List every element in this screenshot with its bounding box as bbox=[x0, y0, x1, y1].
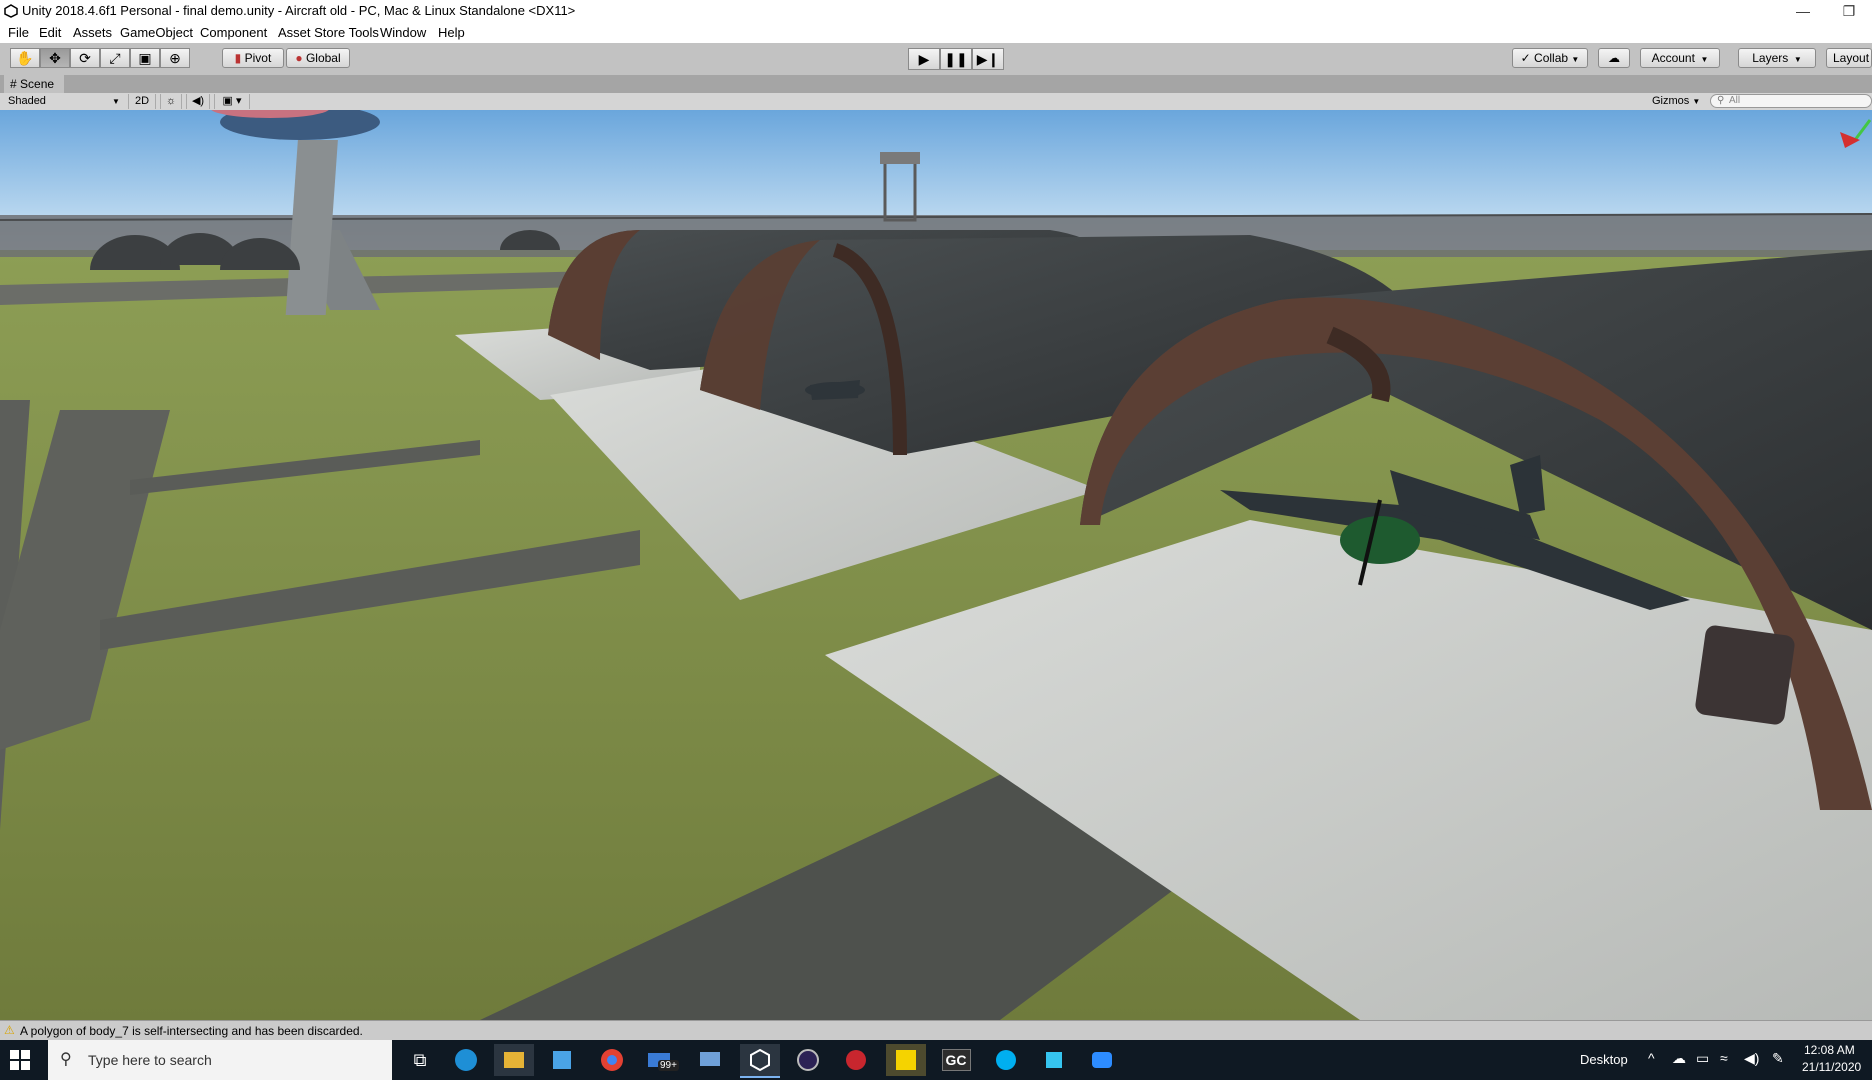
play-button[interactable]: ▶ bbox=[908, 48, 940, 70]
menu-asset-store-tools[interactable]: Asset Store Tools bbox=[278, 25, 379, 40]
volume-icon[interactable]: ◀) bbox=[1744, 1050, 1759, 1067]
pivot-toggle[interactable]: ▮ Pivot bbox=[222, 48, 284, 68]
gizmos-dropdown[interactable]: Gizmos ▼ bbox=[1652, 94, 1702, 109]
check-icon: ✓ bbox=[1520, 51, 1531, 65]
lighting-toggle-icon[interactable]: ☼ bbox=[160, 94, 182, 109]
mail-badge: 99+ bbox=[658, 1060, 679, 1071]
audio-toggle-icon[interactable]: ◀) bbox=[186, 94, 210, 109]
chevron-down-icon: ▼ bbox=[1571, 55, 1580, 64]
warning-icon: ⚠ bbox=[4, 1023, 15, 1037]
task-view-icon[interactable]: ⧉ bbox=[400, 1044, 440, 1076]
rotate-tool-icon[interactable]: ⟳ bbox=[70, 48, 100, 68]
window-title: Unity 2018.4.6f1 Personal - final demo.u… bbox=[22, 3, 576, 18]
taskbar-search-placeholder: Type here to search bbox=[88, 1052, 212, 1068]
step-button[interactable]: ▶❙ bbox=[972, 48, 1004, 70]
zoom-icon[interactable] bbox=[1082, 1044, 1122, 1076]
shading-dropdown[interactable]: Shaded ▼ bbox=[8, 94, 120, 109]
collab-dropdown[interactable]: ✓ Collab ▼ bbox=[1512, 48, 1588, 68]
scene-tab-bar: # Scene bbox=[0, 75, 1872, 93]
chevron-down-icon: ▼ bbox=[112, 97, 120, 106]
taskbar-search-box[interactable]: ⚲ Type here to search bbox=[48, 1040, 392, 1080]
menu-assets[interactable]: Assets bbox=[73, 25, 112, 40]
slack-icon[interactable] bbox=[1034, 1044, 1074, 1076]
menu-help[interactable]: Help bbox=[438, 25, 465, 40]
globe-icon: ● bbox=[295, 51, 303, 65]
pen-icon[interactable]: ✎ bbox=[1772, 1050, 1784, 1067]
menu-gameobject[interactable]: GameObject bbox=[120, 25, 193, 40]
2d-toggle[interactable]: 2D bbox=[128, 94, 156, 109]
console-status-bar[interactable]: ⚠ A polygon of body_7 is self-intersecti… bbox=[0, 1020, 1872, 1041]
wifi-icon[interactable]: ≈ bbox=[1720, 1050, 1728, 1066]
network-app-icon[interactable] bbox=[690, 1044, 730, 1076]
shading-label: Shaded bbox=[8, 95, 46, 107]
account-label: Account bbox=[1651, 51, 1695, 65]
menu-file[interactable]: File bbox=[8, 25, 29, 40]
gizmos-label: Gizmos bbox=[1652, 95, 1690, 107]
gc-app-icon[interactable]: GC bbox=[936, 1044, 976, 1076]
unity-logo-icon bbox=[4, 4, 18, 18]
maximize-button[interactable]: ❐ bbox=[1826, 0, 1872, 22]
sticky-notes-icon[interactable] bbox=[886, 1044, 926, 1076]
cloud-button[interactable]: ☁ bbox=[1598, 48, 1630, 68]
windows-taskbar: ⚲ Type here to search ⧉ 99+ GC Desktop ^… bbox=[0, 1040, 1872, 1080]
scale-tool-icon[interactable]: ⤢ bbox=[100, 48, 130, 68]
battery-icon[interactable]: ▭ bbox=[1696, 1050, 1709, 1067]
scene-options-bar: Shaded ▼ 2D ☼ ◀) ▣ ▾ Gizmos ▼ ⚲ All bbox=[0, 93, 1872, 111]
menu-edit[interactable]: Edit bbox=[39, 25, 61, 40]
move-tool-icon[interactable]: ✥ bbox=[40, 48, 70, 68]
global-label: Global bbox=[305, 51, 341, 65]
onedrive-icon[interactable]: ☁ bbox=[1672, 1050, 1686, 1067]
global-toggle[interactable]: ● Global bbox=[286, 48, 350, 68]
menu-bar: File Edit Assets GameObject Component As… bbox=[0, 22, 1872, 44]
layers-label: Layers bbox=[1752, 51, 1789, 65]
chevron-down-icon: ▼ bbox=[1791, 55, 1802, 64]
collab-label: Collab bbox=[1534, 51, 1569, 65]
chevron-down-icon: ▼ bbox=[1698, 55, 1709, 64]
chevron-down-icon: ▼ bbox=[1692, 97, 1701, 106]
pause-button[interactable]: ❚❚ bbox=[940, 48, 972, 70]
windows-start-icon[interactable] bbox=[10, 1050, 30, 1070]
clock-time[interactable]: 12:08 AM bbox=[1804, 1043, 1855, 1057]
edge-icon[interactable] bbox=[446, 1044, 486, 1076]
cloud-icon: ☁ bbox=[1608, 51, 1620, 65]
pivot-icon: ▮ bbox=[234, 51, 242, 65]
status-message: A polygon of body_7 is self-intersecting… bbox=[20, 1024, 363, 1038]
main-toolbar: ✋ ✥ ⟳ ⤢ ▣ ⊕ ▮ Pivot ● Global ▶ ❚❚ ▶❙ ✓ C… bbox=[0, 43, 1872, 76]
scene-viewport[interactable] bbox=[0, 110, 1872, 1020]
scene-search-placeholder: All bbox=[1729, 95, 1741, 106]
grid-icon: # bbox=[10, 77, 17, 91]
layers-dropdown[interactable]: Layers ▼ bbox=[1738, 48, 1816, 68]
minimize-button[interactable]: — bbox=[1780, 0, 1826, 22]
eclipse-icon[interactable] bbox=[788, 1044, 828, 1076]
rect-tool-icon[interactable]: ▣ bbox=[130, 48, 160, 68]
hand-tool-icon[interactable]: ✋ bbox=[10, 48, 40, 68]
desktop-toolbar-label[interactable]: Desktop bbox=[1580, 1052, 1628, 1067]
menu-window[interactable]: Window bbox=[380, 25, 426, 40]
scene-search-field[interactable]: ⚲ All bbox=[1710, 94, 1872, 108]
layout-label: Layout bbox=[1833, 51, 1870, 65]
layout-dropdown[interactable]: Layout bbox=[1826, 48, 1872, 68]
mail-icon[interactable]: 99+ bbox=[640, 1044, 680, 1076]
chrome-icon[interactable] bbox=[592, 1044, 632, 1076]
file-explorer-icon[interactable] bbox=[494, 1044, 534, 1076]
account-dropdown[interactable]: Account ▼ bbox=[1640, 48, 1720, 68]
unity-taskbar-icon[interactable] bbox=[740, 1044, 780, 1078]
tab-scene[interactable]: # Scene bbox=[4, 75, 64, 93]
search-icon: ⚲ bbox=[1717, 95, 1725, 106]
transform-tool-icon[interactable]: ⊕ bbox=[160, 48, 190, 68]
effects-dropdown-icon[interactable]: ▣ ▾ bbox=[214, 94, 250, 109]
skype-icon[interactable] bbox=[986, 1044, 1026, 1076]
search-icon: ⚲ bbox=[60, 1051, 72, 1068]
scene-tab-label: Scene bbox=[20, 77, 55, 91]
clock-date[interactable]: 21/11/2020 bbox=[1802, 1060, 1861, 1074]
store-icon[interactable] bbox=[542, 1044, 582, 1076]
pivot-label: Pivot bbox=[244, 51, 272, 65]
chevron-up-icon[interactable]: ^ bbox=[1648, 1050, 1655, 1066]
title-bar: Unity 2018.4.6f1 Personal - final demo.u… bbox=[0, 0, 1872, 22]
scene-render bbox=[0, 110, 1872, 1020]
security-app-icon[interactable] bbox=[836, 1044, 876, 1076]
menu-component[interactable]: Component bbox=[200, 25, 267, 40]
